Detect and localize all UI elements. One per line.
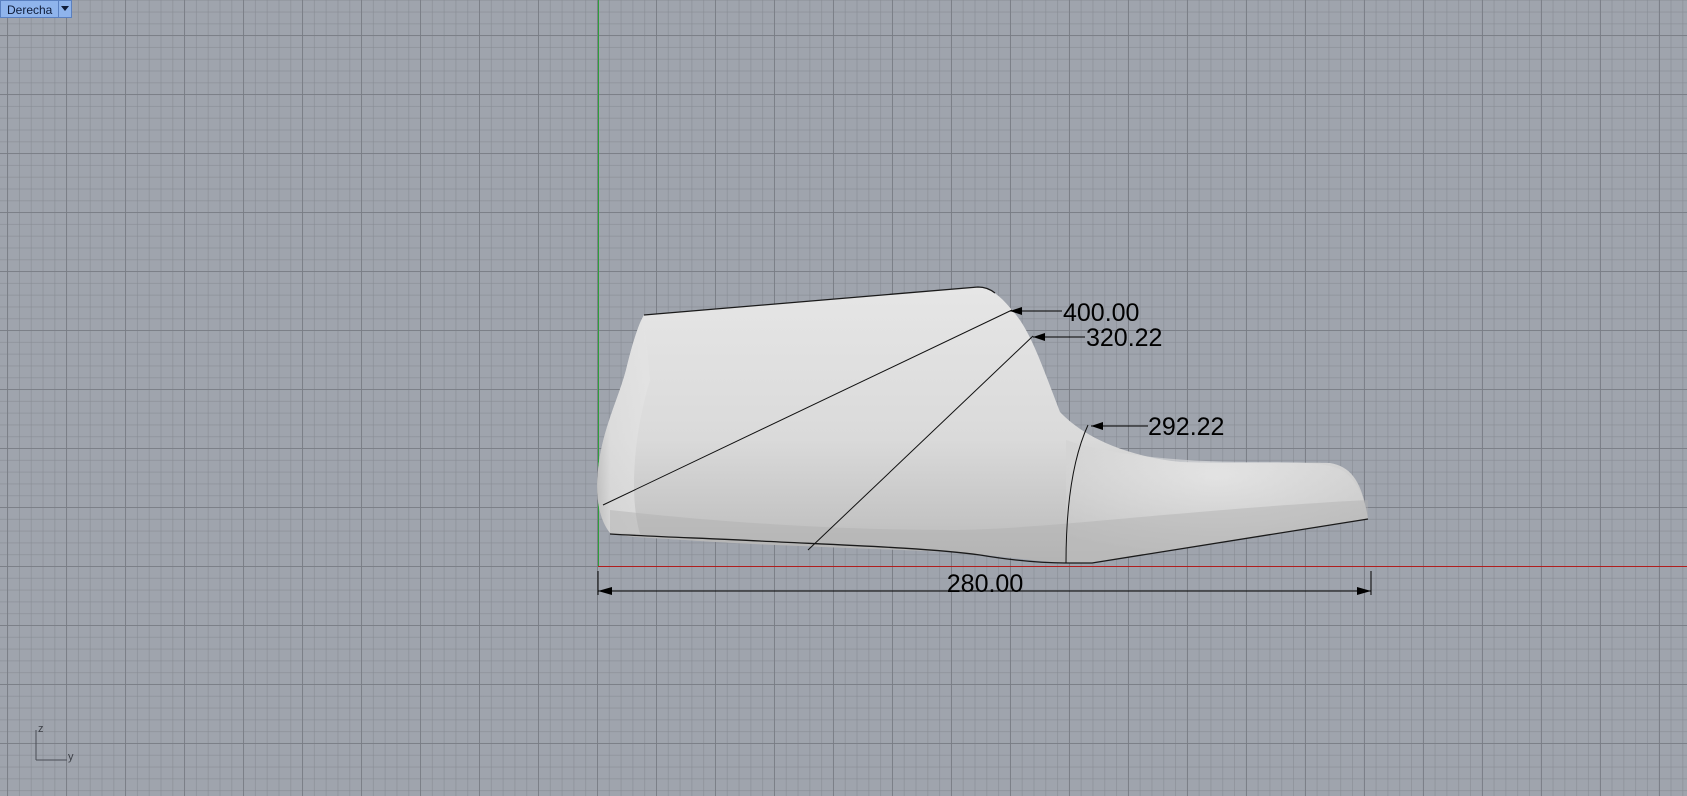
dimension-label-400[interactable]: 400.00: [1063, 299, 1139, 327]
axis-widget: z y: [35, 723, 74, 763]
axis-label-y: y: [68, 751, 74, 763]
viewport-title-tab[interactable]: Derecha: [0, 0, 73, 18]
dimension-girth-320[interactable]: 320.22: [1033, 324, 1162, 352]
viewport-title-label[interactable]: Derecha: [0, 0, 59, 18]
dimension-label-320[interactable]: 320.22: [1086, 324, 1162, 352]
dimension-girth-292[interactable]: 292.22: [1091, 413, 1224, 441]
dimension-label-length[interactable]: 280.00: [947, 570, 1023, 598]
model-canvas[interactable]: 400.00 320.22 292.22 280.00 z y: [0, 0, 1687, 796]
dimension-girth-400[interactable]: 400.00: [1010, 299, 1139, 327]
dimension-label-292[interactable]: 292.22: [1148, 413, 1224, 441]
shoe-last-model[interactable]: [597, 286, 1369, 564]
axis-label-z: z: [38, 723, 44, 735]
viewport-right[interactable]: Derecha 400.00 320.22 292.22 280.00 z y: [0, 0, 1687, 796]
chevron-down-icon[interactable]: [58, 0, 73, 18]
dimension-length[interactable]: 280.00: [597, 570, 1372, 598]
